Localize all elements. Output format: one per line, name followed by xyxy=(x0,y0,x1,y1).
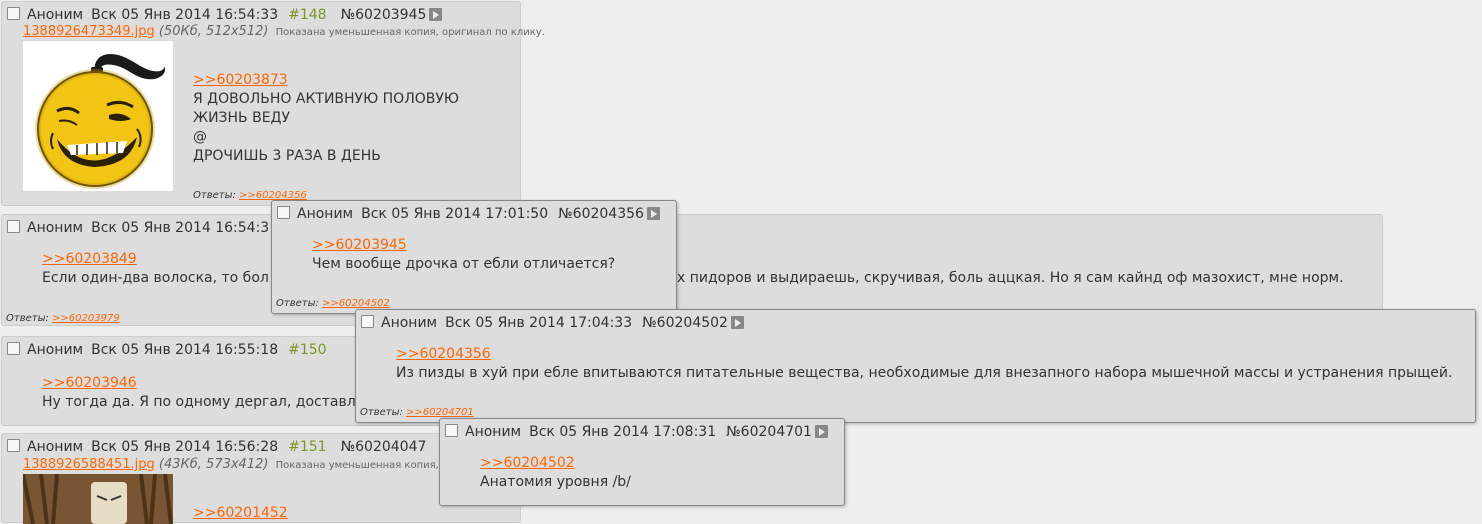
file-link[interactable]: 1388926473349.jpg xyxy=(23,24,155,39)
post-text-line: Из пизды в хуй при ебле впитываются пита… xyxy=(396,365,1453,381)
reply-link[interactable]: >>60203979 xyxy=(52,313,120,324)
poster-name: Аноним xyxy=(27,220,84,236)
post-reference-link[interactable]: >>60203873 xyxy=(193,71,459,90)
post-body: >>60203873 Я ДОВОЛЬНО АКТИВНУЮ ПОЛОВУЮ Ж… xyxy=(193,71,459,166)
reply-link[interactable]: >>60204701 xyxy=(406,407,474,418)
post-number[interactable]: №60203945 xyxy=(341,7,427,23)
replies-label: Ответы: xyxy=(276,298,319,309)
post-date: Вск 05 Янв 2014 17:08:31 xyxy=(529,424,717,440)
expand-thread-icon[interactable] xyxy=(429,8,443,21)
post-number[interactable]: №60204701 xyxy=(726,424,812,440)
expand-thread-icon[interactable] xyxy=(646,207,660,220)
post-header: Аноним Вск 05 Янв 2014 17:08:31 №60204701 xyxy=(445,424,828,440)
post-select-checkbox[interactable] xyxy=(445,424,458,437)
post-image[interactable] xyxy=(23,474,173,524)
poster-name: Аноним xyxy=(297,206,354,222)
post-text-line: Чем вообще дрочка от ебли отличается? xyxy=(312,256,616,272)
post-text-line: ЖИЗНЬ ВЕДУ xyxy=(193,110,291,126)
post-body: >>60201452 xyxy=(193,504,288,523)
post-select-checkbox[interactable] xyxy=(7,220,20,233)
post-select-checkbox[interactable] xyxy=(361,315,374,328)
poster-name: Аноним xyxy=(465,424,522,440)
post-text-line: Анатомия уровня /b/ xyxy=(480,474,631,490)
replies-section: Ответы: >>60204502 xyxy=(276,298,390,309)
post-header: Аноним Вск 05 Янв 2014 16:54:3 xyxy=(7,220,279,236)
post-date: Вск 05 Янв 2014 16:54:3 xyxy=(91,220,270,236)
file-info: 1388926473349.jpg (50Кб, 512x512) Показа… xyxy=(23,24,545,39)
post-text-line: Я ДОВОЛЬНО АКТИВНУЮ ПОЛОВУЮ xyxy=(193,91,459,107)
post-ordinal: #150 xyxy=(288,342,327,358)
post-header: Аноним Вск 05 Янв 2014 17:04:33 №60204502 xyxy=(361,315,744,331)
post-text-line: Если один-два волоска, то бол xyxy=(42,270,269,286)
post-reference-link[interactable]: >>60203946 xyxy=(42,374,364,393)
post-header: Аноним Вск 05 Янв 2014 16:55:18 #150 xyxy=(7,342,341,358)
post-reference-link[interactable]: >>60203849 xyxy=(42,250,269,269)
file-note: Показана уменьшенная копия, оригинал по … xyxy=(275,27,545,38)
post-select-checkbox[interactable] xyxy=(277,206,290,219)
post-60203945: Аноним Вск 05 Янв 2014 16:54:33 #148 №60203… xyxy=(1,1,545,206)
file-meta: (50Кб, 512x512) xyxy=(158,24,269,39)
post-ordinal: #151 xyxy=(288,439,327,455)
poster-name: Аноним xyxy=(27,342,84,358)
post-text-line: х пидоров и выдираешь, скручивая, боль а… xyxy=(677,270,1344,286)
expand-thread-icon[interactable] xyxy=(730,316,744,329)
file-info: 1388926588451.jpg (43Кб, 573x412) Показа… xyxy=(23,457,466,472)
post-date: Вск 05 Янв 2014 17:01:50 xyxy=(361,206,549,222)
post-body: >>60204356 Из пизды в хуй при ебле впиты… xyxy=(396,345,1452,383)
yoba-face-icon xyxy=(35,53,166,189)
post-reference-link[interactable]: >>60204356 xyxy=(396,345,1452,364)
post-text-line: Ну тогда да. Я по одному дергал, доставл… xyxy=(42,394,365,410)
file-note: Показана уменьшенная копия, ориг xyxy=(275,460,467,471)
reply-link[interactable]: >>60204502 xyxy=(322,298,390,309)
reply-preview-popup: Аноним Вск 05 Янв 2014 17:08:31 №60204701 … xyxy=(439,418,845,506)
poster-name: Аноним xyxy=(27,439,84,455)
post-text-line: @ xyxy=(193,129,207,145)
file-link[interactable]: 1388926588451.jpg xyxy=(23,457,155,472)
post-reference-link[interactable]: >>60203945 xyxy=(312,236,615,255)
post-number[interactable]: №60204502 xyxy=(642,315,728,331)
post-date: Вск 05 Янв 2014 16:56:28 xyxy=(91,439,279,455)
post-body: >>60203946 Ну тогда да. Я по одному дерг… xyxy=(42,374,364,412)
replies-section: Ответы: >>60203979 xyxy=(6,313,120,324)
file-meta: (43Кб, 573x412) xyxy=(158,457,269,472)
post-ordinal: #148 xyxy=(288,7,327,23)
replies-label: Ответы: xyxy=(193,190,236,201)
post-date: Вск 05 Янв 2014 16:54:33 xyxy=(91,7,279,23)
post-image[interactable] xyxy=(23,41,173,191)
post-number[interactable]: №60204356 xyxy=(558,206,644,222)
replies-section: Ответы: >>60204701 xyxy=(360,407,474,418)
post-select-checkbox[interactable] xyxy=(7,439,20,452)
post-select-checkbox[interactable] xyxy=(7,7,20,20)
post-header: Аноним Вск 05 Янв 2014 17:01:50 №60204356 xyxy=(277,206,660,222)
post-number[interactable]: №60204047 xyxy=(341,439,427,455)
post-body: >>60203849 Если один-два волоска, то бол xyxy=(42,250,269,288)
post-date: Вск 05 Янв 2014 17:04:33 xyxy=(445,315,633,331)
photo-thumbnail-icon xyxy=(23,474,173,524)
post-text-line: ДРОЧИШЬ 3 РАЗА В ДЕНЬ xyxy=(193,148,381,164)
reply-preview-popup: Аноним Вск 05 Янв 2014 17:04:33 №60204502 … xyxy=(355,309,1476,423)
replies-label: Ответы: xyxy=(6,313,49,324)
post-reference-link[interactable]: >>60201452 xyxy=(193,504,288,523)
post-select-checkbox[interactable] xyxy=(7,342,20,355)
poster-name: Аноним xyxy=(381,315,438,331)
post-body: >>60203945 Чем вообще дрочка от ебли отл… xyxy=(312,236,615,274)
post-date: Вск 05 Янв 2014 16:55:18 xyxy=(91,342,279,358)
post-body: >>60204502 Анатомия уровня /b/ xyxy=(480,454,631,492)
expand-thread-icon[interactable] xyxy=(814,425,828,438)
replies-label: Ответы: xyxy=(360,407,403,418)
post-header: Аноним Вск 05 Янв 2014 16:56:28 #151 №60204… xyxy=(7,439,426,455)
poster-name: Аноним xyxy=(27,7,84,23)
post-reference-link[interactable]: >>60204502 xyxy=(480,454,631,473)
reply-preview-popup: Аноним Вск 05 Янв 2014 17:01:50 №60204356 … xyxy=(271,200,677,314)
post-header: Аноним Вск 05 Янв 2014 16:54:33 #148 №60203… xyxy=(7,7,443,23)
